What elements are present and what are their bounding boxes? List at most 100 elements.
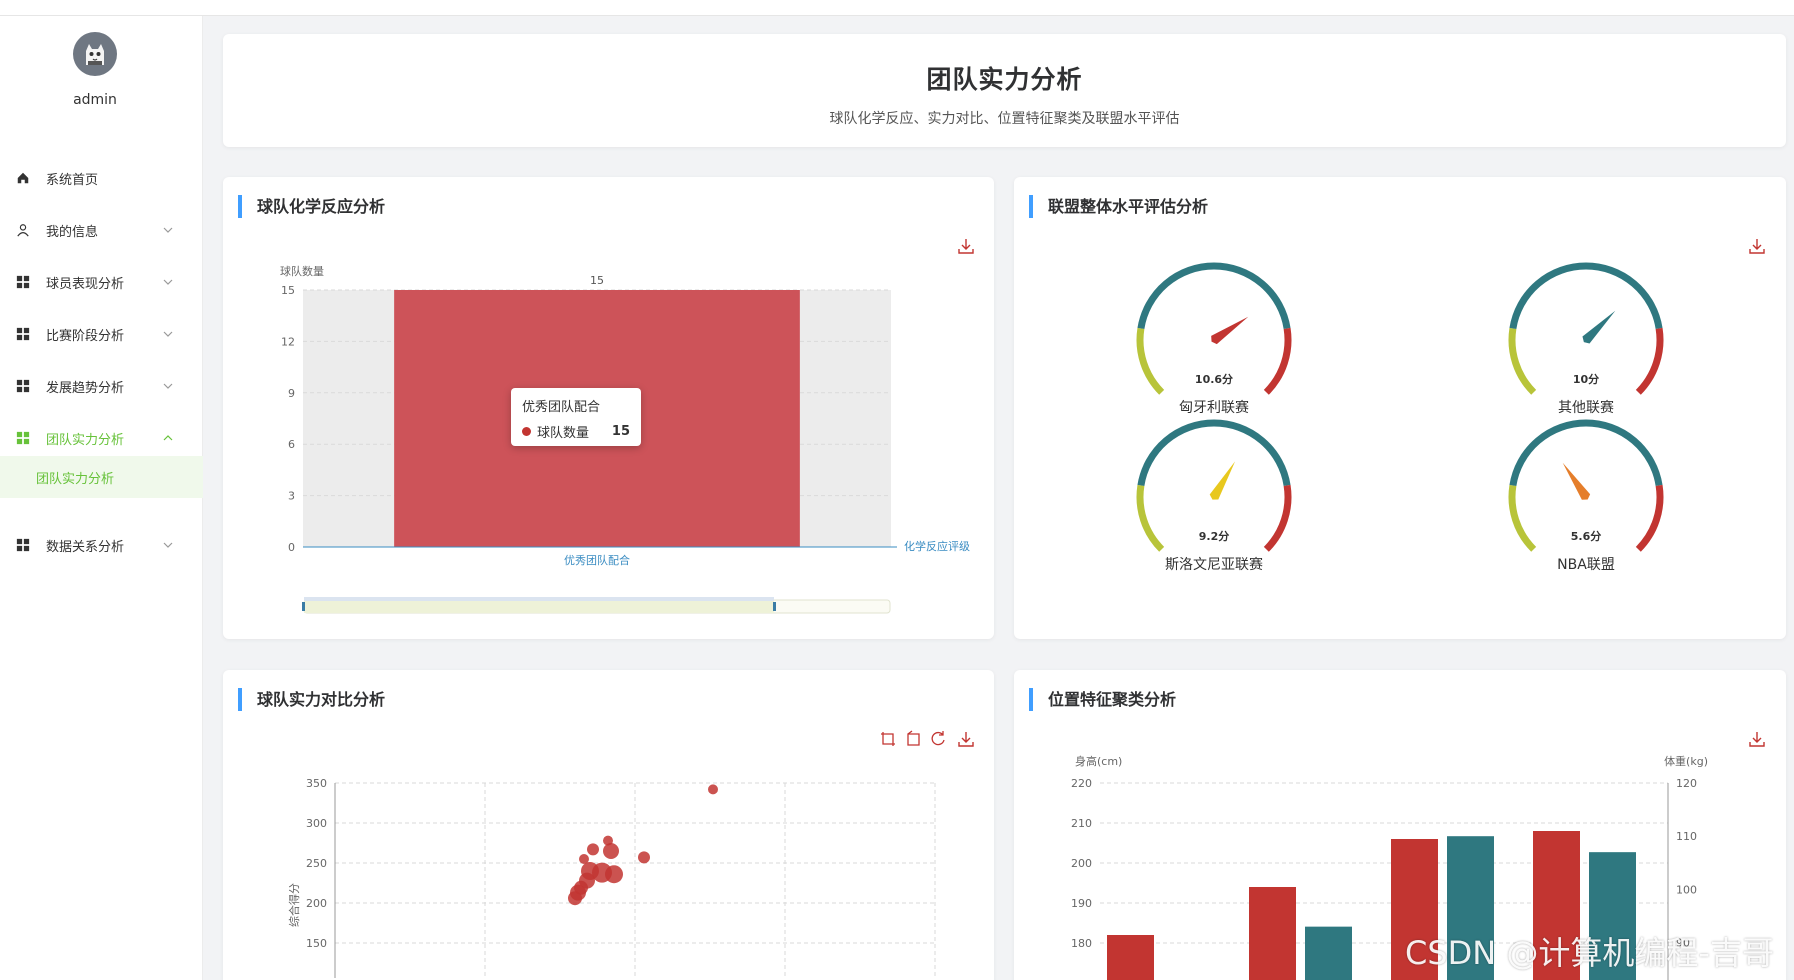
chevron-down-icon — [161, 275, 175, 289]
y2-tick-label: 120 — [1676, 777, 1697, 790]
tooltip-series-name: 球队数量 — [537, 426, 590, 441]
y-tick-label: 350 — [306, 777, 327, 790]
gauge-name: 其他联赛 — [1558, 400, 1614, 416]
y2-axis-label: 体重(kg) — [1664, 754, 1708, 768]
gauge: 10.6分匈牙利联赛 — [1136, 262, 1292, 416]
watermark: CSDN @计算机编程-吉哥 — [1405, 934, 1774, 972]
y-tick-label: 250 — [306, 857, 327, 870]
sidebar-item[interactable]: 发展趋势分析 — [0, 364, 203, 408]
gauge-name: 匈牙利联赛 — [1179, 400, 1249, 416]
y-tick-label: 210 — [1071, 817, 1092, 830]
gauge-arc-segment — [1508, 484, 1537, 552]
sidebar-item[interactable]: 比赛阶段分析 — [0, 312, 203, 356]
data-zoom-top-band — [304, 597, 774, 601]
submenu-item-team-strength[interactable]: 团队实力分析 — [0, 456, 203, 498]
sidebar-item[interactable]: 团队实力分析 — [0, 416, 203, 460]
bar-height[interactable] — [1249, 887, 1296, 980]
y-tick-label: 180 — [1071, 937, 1092, 950]
scatter-point[interactable] — [638, 851, 650, 864]
grid-icon — [16, 538, 30, 552]
sidebar-item-label: 球员表现分析 — [46, 276, 125, 292]
y-tick-label: 190 — [1071, 897, 1092, 910]
x-axis-label: 化学反应评级 — [904, 539, 970, 553]
y-tick-label: 15 — [281, 284, 295, 297]
gauge-arc-segment — [1508, 327, 1537, 395]
tooltip-category: 优秀团队配合 — [522, 400, 601, 415]
sidebar-item-label: 比赛阶段分析 — [46, 328, 125, 344]
chevron-down-icon — [161, 327, 175, 341]
gauge-value-label: 9.2分 — [1199, 529, 1230, 543]
y-tick-label: 0 — [288, 541, 295, 554]
grid-icon — [16, 379, 30, 393]
chevron-down-icon — [161, 538, 175, 552]
gauge-pointer — [1209, 461, 1236, 500]
username: admin — [73, 92, 117, 108]
page-subtitle: 球队化学反应、实力对比、位置特征聚类及联盟水平评估 — [829, 111, 1180, 127]
y-tick-label: 150 — [306, 937, 327, 950]
bar-height[interactable] — [1107, 935, 1154, 980]
cat-avatar-icon — [86, 44, 104, 65]
sidebar-item[interactable]: 我的信息 — [0, 208, 203, 252]
chevron-up-icon — [161, 431, 175, 445]
page-title: 团队实力分析 — [926, 65, 1083, 94]
home-icon — [16, 171, 30, 185]
gauge-pointer — [1562, 462, 1591, 500]
gauge-arc-segment — [1137, 262, 1291, 329]
avatar[interactable] — [73, 32, 117, 76]
scatter-point[interactable] — [605, 865, 623, 884]
gauge-name: 斯洛文尼亚联赛 — [1165, 557, 1263, 573]
page-header-card: 团队实力分析 球队化学反应、实力对比、位置特征聚类及联盟水平评估 — [223, 34, 1786, 147]
y-axis-label: 综合得分 — [287, 883, 301, 927]
data-zoom-handle-right[interactable] — [773, 602, 776, 611]
gauge-arc-segment — [1136, 327, 1165, 395]
sidebar-item[interactable]: 数据关系分析 — [0, 523, 203, 567]
grid-icon — [16, 275, 30, 289]
data-zoom-selection[interactable] — [304, 600, 774, 613]
sidebar-item-label: 我的信息 — [46, 224, 99, 240]
grid-icon — [16, 327, 30, 341]
tooltip-series-marker — [522, 427, 531, 436]
y-tick-label: 6 — [288, 438, 295, 451]
gauge-value-label: 10分 — [1573, 372, 1599, 386]
scatter-point[interactable] — [587, 843, 599, 856]
y-tick-label: 200 — [1071, 857, 1092, 870]
y-axis-label: 身高(cm) — [1075, 754, 1122, 768]
gauge: 10分其他联赛 — [1508, 262, 1664, 416]
sidebar-item-label: 发展趋势分析 — [46, 380, 125, 396]
x-tick-label: 优秀团队配合 — [564, 553, 630, 567]
gauge-value-label: 5.6分 — [1571, 529, 1602, 543]
league-gauge-chart: 10.6分匈牙利联赛 10分其他联赛 9.2分斯洛文尼亚联赛 5.6分 NBA联盟 — [1136, 262, 1664, 573]
strength-scatter-chart: 150 200 250 300 350 综合得分 — [287, 777, 936, 978]
gauge-arc-segment — [1635, 327, 1664, 395]
bar-weight[interactable] — [1305, 926, 1352, 980]
y-tick-label: 220 — [1071, 777, 1092, 790]
y-tick-label: 12 — [281, 335, 295, 348]
sidebar-item-label: 系统首页 — [46, 172, 99, 188]
y-tick-label: 300 — [306, 817, 327, 830]
scatter-point[interactable] — [568, 891, 582, 906]
sidebar-item[interactable]: 系统首页 — [0, 156, 203, 200]
gauge-value-label: 10.6分 — [1195, 372, 1233, 386]
y2-tick-label: 100 — [1676, 883, 1697, 896]
gauge-arc-segment — [1635, 484, 1664, 552]
scatter-point[interactable] — [708, 784, 718, 795]
chevron-down-icon — [161, 223, 175, 237]
gauge-arc-segment — [1263, 484, 1292, 552]
gauge-arc-segment — [1136, 484, 1165, 552]
gauge-pointer — [1582, 310, 1616, 344]
top-bar — [0, 0, 1794, 16]
gauge-name: NBA联盟 — [1557, 557, 1615, 573]
sidebar-item[interactable]: 球员表现分析 — [0, 260, 203, 304]
gauge: 5.6分 NBA联盟 — [1508, 419, 1664, 573]
scatter-point[interactable] — [603, 843, 619, 859]
y2-tick-label: 110 — [1676, 830, 1697, 843]
bar-data-label: 15 — [590, 274, 604, 287]
chevron-down-icon — [161, 379, 175, 393]
gauge-arc-segment — [1509, 262, 1663, 329]
y-tick-label: 3 — [288, 490, 295, 503]
gauge-arc-segment — [1509, 419, 1663, 486]
gauge-pointer — [1211, 316, 1249, 345]
sidebar: admin 系统首页我的信息球员表现分析 比赛阶段分析 发展趋势分析团队实力分析 数据… — [0, 16, 203, 980]
data-zoom-handle-left[interactable] — [302, 602, 305, 611]
league-panel: 联盟整体水平评估分析 10.6分 匈牙利联赛 10分 其他联赛 9.2分 斯洛文尼亚联赛 5… — [1014, 177, 1786, 639]
